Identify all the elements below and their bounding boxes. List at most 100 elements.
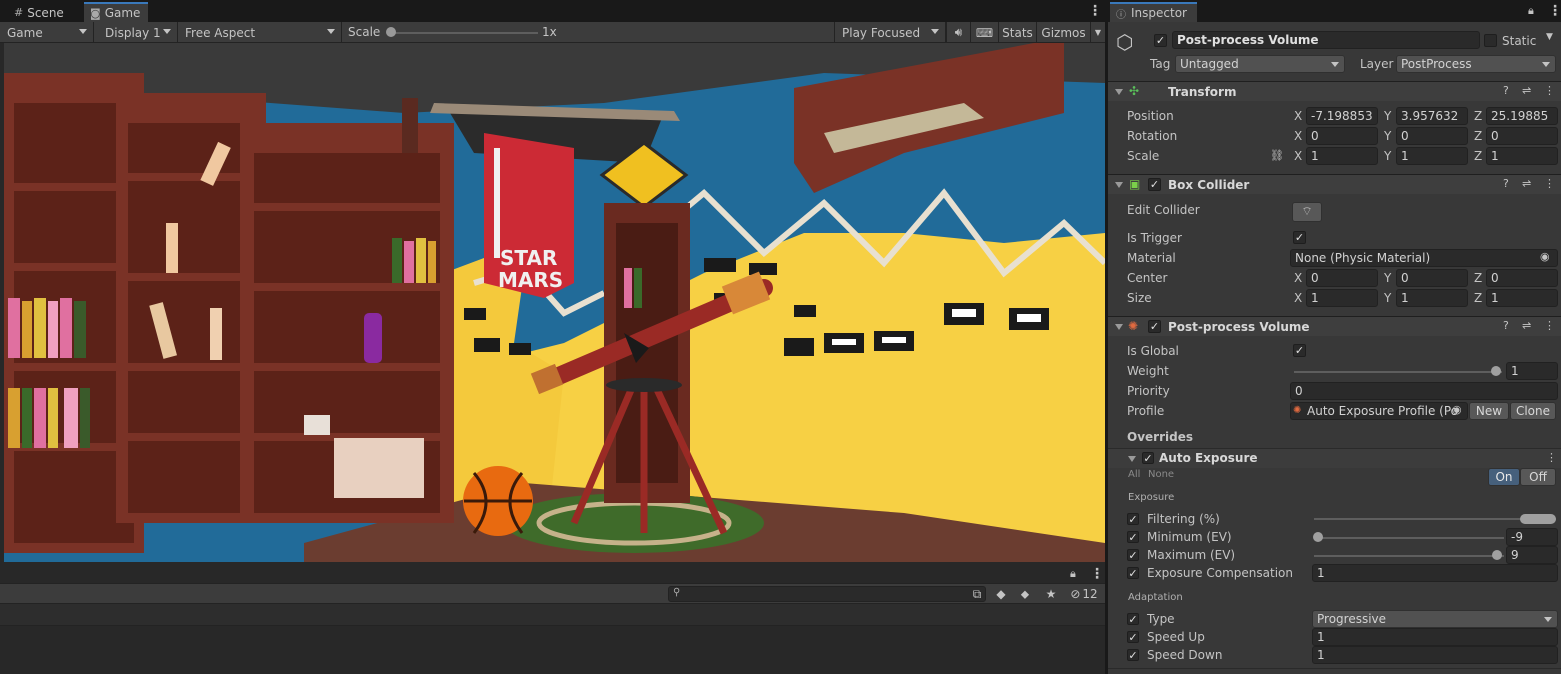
scale-y-field[interactable]: 1 bbox=[1396, 147, 1468, 165]
priority-field[interactable]: 0 bbox=[1290, 382, 1558, 400]
override-all-button[interactable]: All bbox=[1128, 469, 1140, 480]
type-override-checkbox[interactable]: ✓ bbox=[1127, 613, 1139, 625]
scale-slider-track[interactable] bbox=[392, 32, 538, 34]
constrain-proportions-icon[interactable]: ⛓ bbox=[1270, 149, 1284, 162]
effect-on-button[interactable]: On bbox=[1488, 468, 1520, 486]
box-collider-enabled-checkbox[interactable]: ✓ bbox=[1148, 178, 1161, 191]
edit-collider-button[interactable]: ⌔ bbox=[1292, 202, 1322, 222]
ppv-enabled-checkbox[interactable]: ✓ bbox=[1148, 320, 1161, 333]
display-dropdown[interactable]: Display 1 bbox=[98, 22, 178, 43]
play-mode-dropdown[interactable]: Play Focused bbox=[834, 22, 946, 43]
tab-game[interactable]: ◙ Game bbox=[84, 2, 149, 22]
new-profile-button[interactable]: New bbox=[1469, 402, 1509, 420]
maximum-field[interactable]: 9 bbox=[1506, 546, 1558, 564]
gizmos-button[interactable]: Gizmos bbox=[1036, 22, 1090, 43]
compensation-field[interactable]: 1 bbox=[1312, 564, 1558, 582]
active-checkbox[interactable]: ✓ bbox=[1154, 34, 1167, 47]
weight-field[interactable]: 1 bbox=[1506, 362, 1558, 380]
label-filter-button[interactable]: ⬥ bbox=[1014, 585, 1036, 603]
component-menu-icon[interactable]: ⋮ bbox=[1544, 319, 1555, 332]
layer-dropdown[interactable]: PostProcess bbox=[1396, 55, 1556, 73]
game-view[interactable]: STAR MARS bbox=[4, 43, 1105, 562]
minimum-slider-track[interactable] bbox=[1314, 537, 1504, 539]
game-mode-dropdown[interactable]: Game bbox=[0, 22, 94, 43]
position-x-field[interactable]: -7.198853 bbox=[1306, 107, 1378, 125]
rotation-y-field[interactable]: 0 bbox=[1396, 127, 1468, 145]
size-z-field[interactable]: 1 bbox=[1486, 289, 1558, 307]
filtering-override-checkbox[interactable]: ✓ bbox=[1127, 513, 1139, 525]
component-menu-icon[interactable]: ⋮ bbox=[1544, 84, 1555, 97]
filtering-range-handle[interactable] bbox=[1520, 514, 1556, 524]
clone-profile-button[interactable]: Clone bbox=[1510, 402, 1556, 420]
position-y-field[interactable]: 3.957632 bbox=[1396, 107, 1468, 125]
static-checkbox[interactable] bbox=[1484, 34, 1497, 47]
help-icon[interactable]: ? bbox=[1503, 177, 1509, 190]
maximum-slider-track[interactable] bbox=[1314, 555, 1504, 557]
aspect-dropdown[interactable]: Free Aspect bbox=[178, 22, 342, 43]
stats-button[interactable]: Stats bbox=[998, 22, 1036, 43]
is-global-checkbox[interactable]: ✓ bbox=[1293, 344, 1306, 357]
maximum-slider-handle[interactable] bbox=[1492, 550, 1502, 560]
type-dropdown[interactable]: Progressive bbox=[1312, 610, 1558, 628]
is-trigger-checkbox[interactable]: ✓ bbox=[1293, 231, 1306, 244]
minimum-field[interactable]: -9 bbox=[1506, 528, 1558, 546]
object-picker-icon[interactable]: ◉ bbox=[1452, 403, 1462, 416]
speed-up-field[interactable]: 1 bbox=[1312, 628, 1558, 646]
compensation-override-checkbox[interactable]: ✓ bbox=[1127, 567, 1139, 579]
scale-x-field[interactable]: 1 bbox=[1306, 147, 1378, 165]
size-y-field[interactable]: 1 bbox=[1396, 289, 1468, 307]
override-none-button[interactable]: None bbox=[1148, 469, 1174, 480]
rotation-z-field[interactable]: 0 bbox=[1486, 127, 1558, 145]
game-menu-icon[interactable]: ⋮ bbox=[1088, 4, 1102, 18]
static-dropdown-icon[interactable]: ▼ bbox=[1546, 32, 1553, 42]
speed-down-override-checkbox[interactable]: ✓ bbox=[1127, 649, 1139, 661]
scale-slider-handle[interactable] bbox=[386, 27, 396, 37]
auto-exposure-header[interactable]: ✓ Auto Exposure ⋮ bbox=[1108, 448, 1561, 468]
help-icon[interactable]: ? bbox=[1503, 84, 1509, 97]
maximum-override-checkbox[interactable]: ✓ bbox=[1127, 549, 1139, 561]
box-collider-header[interactable]: ▣ ✓ Box Collider ? ⇌ ⋮ bbox=[1108, 174, 1561, 194]
center-y-field[interactable]: 0 bbox=[1396, 269, 1468, 287]
inspector-menu-icon[interactable]: ⋮ bbox=[1548, 4, 1561, 18]
post-process-volume-header[interactable]: ✺ ✓ Post-process Volume ? ⇌ ⋮ bbox=[1108, 316, 1561, 336]
search-input[interactable]: ⚲ bbox=[668, 586, 986, 602]
tag-dropdown[interactable]: Untagged bbox=[1175, 55, 1345, 73]
scale-z-field[interactable]: 1 bbox=[1486, 147, 1558, 165]
shortcuts-button[interactable]: ⌨ bbox=[970, 22, 998, 43]
asset-type-button[interactable]: ◆ bbox=[990, 585, 1012, 603]
lock-icon[interactable]: 🔒︎ bbox=[1528, 4, 1534, 18]
rotation-x-field[interactable]: 0 bbox=[1306, 127, 1378, 145]
speed-up-override-checkbox[interactable]: ✓ bbox=[1127, 631, 1139, 643]
console-menu-icon[interactable]: ⋮ bbox=[1090, 567, 1104, 581]
mute-audio-button[interactable]: 🔊︎ bbox=[946, 22, 970, 43]
effect-off-button[interactable]: Off bbox=[1520, 468, 1556, 486]
transform-header[interactable]: ✣ Transform ? ⇌ ⋮ bbox=[1108, 81, 1561, 101]
favorite-button[interactable]: ★ bbox=[1040, 585, 1062, 603]
center-z-field[interactable]: 0 bbox=[1486, 269, 1558, 287]
preset-icon[interactable]: ⇌ bbox=[1522, 84, 1531, 97]
weight-slider-track[interactable] bbox=[1294, 371, 1502, 373]
minimum-override-checkbox[interactable]: ✓ bbox=[1127, 531, 1139, 543]
profile-field[interactable]: ✺ Auto Exposure Profile (Po bbox=[1290, 402, 1468, 420]
object-picker-icon[interactable]: ◉ bbox=[1540, 250, 1550, 263]
auto-exposure-enabled-checkbox[interactable]: ✓ bbox=[1142, 452, 1154, 464]
weight-slider-handle[interactable] bbox=[1491, 366, 1501, 376]
search-by-type-button[interactable]: ⧉ bbox=[966, 585, 988, 603]
position-z-field[interactable]: 25.19885 bbox=[1486, 107, 1558, 125]
gameobject-cube-icon[interactable]: ⬡ bbox=[1116, 31, 1138, 55]
tab-inspector[interactable]: ⓘ Inspector bbox=[1110, 2, 1197, 22]
lock-icon[interactable]: 🔒︎ bbox=[1070, 567, 1076, 581]
center-x-field[interactable]: 0 bbox=[1306, 269, 1378, 287]
material-field[interactable]: None (Physic Material) bbox=[1290, 249, 1558, 267]
component-menu-icon[interactable]: ⋮ bbox=[1544, 177, 1555, 190]
size-x-field[interactable]: 1 bbox=[1306, 289, 1378, 307]
effect-menu-icon[interactable]: ⋮ bbox=[1546, 451, 1557, 464]
tab-scene[interactable]: # Scene bbox=[8, 3, 72, 22]
help-icon[interactable]: ? bbox=[1503, 319, 1509, 332]
preset-icon[interactable]: ⇌ bbox=[1522, 319, 1531, 332]
gizmos-dropdown[interactable]: ▼ bbox=[1090, 22, 1105, 43]
minimum-slider-handle[interactable] bbox=[1313, 532, 1323, 542]
hidden-packages-button[interactable]: ⊘ 12 bbox=[1064, 585, 1104, 603]
object-name-field[interactable]: Post-process Volume bbox=[1172, 31, 1480, 49]
preset-icon[interactable]: ⇌ bbox=[1522, 177, 1531, 190]
